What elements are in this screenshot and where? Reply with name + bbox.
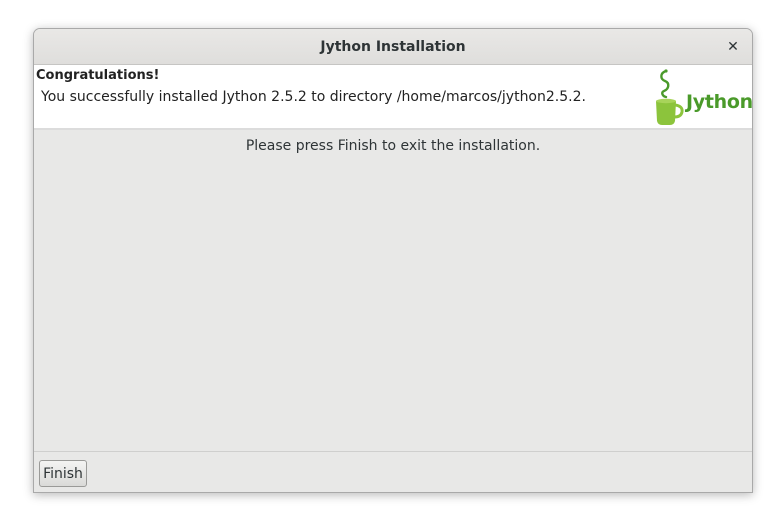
congratulations-heading: Congratulations! xyxy=(36,68,160,83)
footer-divider xyxy=(34,451,752,452)
jython-logo-text: Jython xyxy=(686,91,753,113)
finish-instruction: Please press Finish to exit the installa… xyxy=(245,138,541,154)
success-message: You successfully installed Jython 2.5.2 … xyxy=(41,89,586,105)
jython-cup-icon xyxy=(656,69,684,125)
title-bar[interactable]: Jython Installation ✕ xyxy=(34,29,752,65)
header-panel: Congratulations! You successfully instal… xyxy=(34,65,752,130)
window-title: Jython Installation xyxy=(320,39,466,55)
finish-button[interactable]: Finish xyxy=(39,460,87,487)
jython-logo: Jython xyxy=(652,67,752,127)
close-icon[interactable]: ✕ xyxy=(724,38,742,56)
installer-window: Jython Installation ✕ Congratulations! Y… xyxy=(33,28,753,493)
